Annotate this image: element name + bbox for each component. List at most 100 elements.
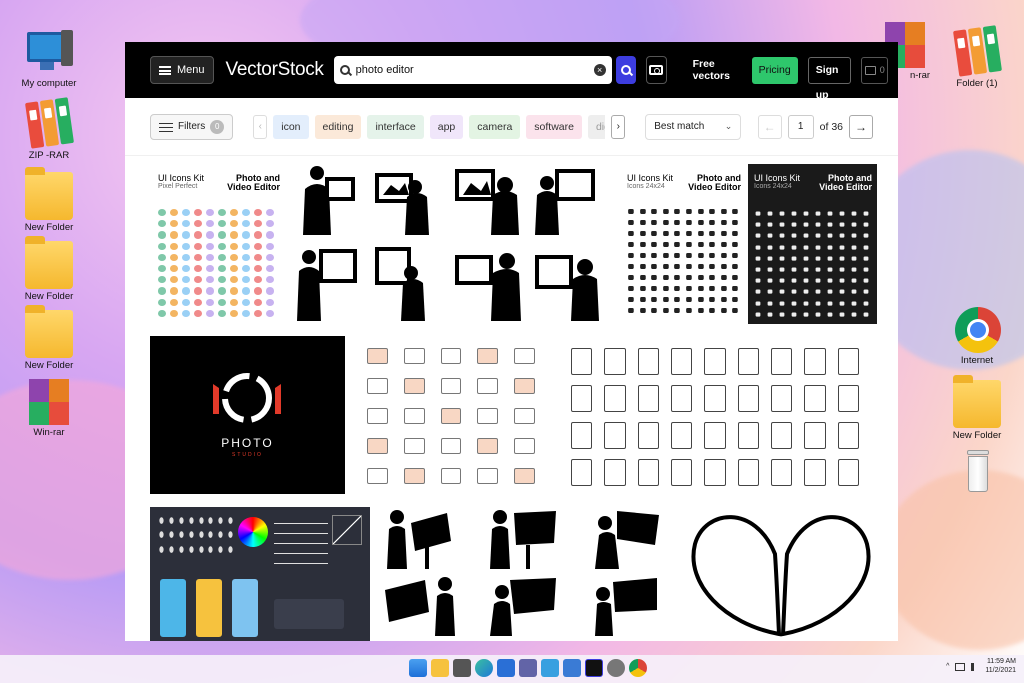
desktop-icon-new-folder-3[interactable]: New Folder: [14, 305, 84, 371]
preview-glyph: [709, 209, 715, 214]
clear-search-icon[interactable]: ×: [593, 64, 606, 76]
camera-icon: [649, 65, 664, 75]
preview-glyph: [228, 531, 233, 539]
preview-glyph: [697, 242, 704, 247]
preview-glyph: [230, 276, 238, 284]
store-icon[interactable]: [497, 659, 515, 677]
camera-app-icon[interactable]: [453, 659, 471, 677]
chrome-icon[interactable]: [629, 659, 647, 677]
preview-glyph: [767, 222, 773, 227]
preview-glyph: [851, 245, 857, 250]
preview-glyph: [218, 220, 226, 228]
search-input[interactable]: photo editor ×: [333, 56, 612, 84]
preview-glyph: [228, 517, 233, 525]
desktop-icon-my-computer[interactable]: My computer: [14, 28, 84, 89]
page-input[interactable]: 1: [787, 114, 814, 139]
free-vectors-link[interactable]: Free vectors: [689, 58, 742, 82]
clock[interactable]: 11:59 AM 11/2/2021: [985, 658, 1016, 676]
desktop-icon-new-folder-2[interactable]: New Folder: [14, 236, 84, 302]
volume-icon[interactable]: [971, 662, 979, 671]
result-tile-line-icons[interactable]: [565, 342, 865, 492]
preview-glyph: [732, 242, 738, 247]
preview-glyph: [218, 298, 226, 306]
desktop-icon-folder-1[interactable]: Folder (1): [942, 25, 1012, 89]
network-icon[interactable]: [955, 662, 966, 671]
preview-glyph: [755, 301, 761, 306]
tag-software[interactable]: software: [526, 114, 582, 139]
preview-glyph: [266, 287, 274, 295]
maps-icon[interactable]: [541, 659, 559, 677]
result-tile-butterfly-outline[interactable]: [685, 504, 877, 641]
tag-app[interactable]: app: [429, 114, 464, 139]
preview-glyph: [367, 348, 388, 364]
cart-button[interactable]: 0: [861, 56, 888, 84]
prev-page-button[interactable]: ←: [757, 114, 782, 139]
preview-glyph: [851, 222, 857, 227]
result-tile-silhouettes-frames[interactable]: [290, 160, 620, 326]
preview-glyph: [674, 286, 680, 291]
pricing-button[interactable]: Pricing: [751, 56, 798, 84]
chevron-up-icon[interactable]: ^: [946, 663, 949, 670]
preview-glyph: [242, 264, 250, 273]
preview-glyph: [206, 209, 214, 217]
site-logo[interactable]: VectorStock: [226, 59, 324, 81]
desktop-icon-zip-rar[interactable]: ZIP -RAR: [14, 97, 84, 161]
desktop-icon-recycle-bin[interactable]: [942, 448, 1012, 498]
tag-camera[interactable]: camera: [469, 114, 521, 139]
preview-glyph: [662, 275, 669, 280]
signup-button[interactable]: Sign up: [807, 56, 852, 101]
camera-aperture-logo-icon: [213, 373, 281, 423]
start-icon[interactable]: [409, 659, 427, 677]
filters-button[interactable]: Filters 0: [150, 113, 234, 140]
result-tile-ui-kit-color[interactable]: UI Icons Kit Pixel Perfect Photo and Vid…: [150, 164, 280, 324]
settings-icon[interactable]: [607, 659, 625, 677]
photos-icon[interactable]: [563, 659, 581, 677]
preview-glyph: [218, 209, 226, 217]
teams-icon[interactable]: [519, 659, 537, 677]
preview-glyph: [637, 459, 659, 486]
silhouette-illustration: [385, 510, 659, 636]
desktop-icon-new-folder-right[interactable]: New Folder: [942, 375, 1012, 441]
desktop-icon-internet[interactable]: Internet: [942, 305, 1012, 366]
desktop-icon-new-folder-1[interactable]: New Folder: [14, 167, 84, 233]
desktop-icon-win-rar[interactable]: Win-rar: [14, 377, 84, 438]
edge-icon[interactable]: [475, 659, 493, 677]
preview-glyph: [767, 211, 773, 216]
butterfly-outline-illustration: [691, 515, 871, 637]
preview-glyph: [639, 308, 646, 313]
file-explorer-icon[interactable]: [431, 659, 449, 677]
result-tile-ui-kit-dark[interactable]: UI Icons Kit Icons 24x24 Photo and Video…: [748, 164, 877, 324]
preview-glyph: [767, 312, 773, 317]
preview-glyph: [170, 298, 178, 306]
preview-glyph: [651, 308, 657, 313]
result-tile-photo-studio-logo[interactable]: PHOTO STUDIO: [150, 336, 345, 494]
menu-button[interactable]: Menu: [150, 56, 214, 84]
preview-glyph: [514, 348, 535, 364]
tag-icon[interactable]: icon: [273, 114, 309, 139]
vectorstock-app-icon[interactable]: [585, 659, 603, 677]
preview-glyph: [767, 289, 773, 295]
kit-title-left: UI Icons Kit: [627, 173, 674, 183]
preview-glyph: [651, 209, 657, 214]
preview-glyph: [206, 264, 214, 273]
search-button[interactable]: [615, 56, 636, 84]
result-tile-digital-art-silhouettes[interactable]: [380, 504, 680, 641]
preview-glyph: [686, 220, 692, 225]
next-page-button[interactable]: →: [849, 114, 873, 139]
image-search-button[interactable]: [645, 56, 667, 84]
tag-digital[interactable]: digital: [587, 114, 606, 139]
tags-scroll-right[interactable]: ›: [611, 114, 626, 139]
result-tile-outline-icons-orange[interactable]: [361, 342, 541, 490]
sort-select[interactable]: Best match ⌄: [645, 113, 742, 140]
preview-glyph: [827, 312, 833, 317]
tag-interface[interactable]: interface: [367, 114, 424, 139]
tag-editing[interactable]: editing: [314, 114, 362, 139]
tags-scroll-left[interactable]: ‹: [253, 114, 268, 139]
preview-glyph: [709, 253, 715, 258]
result-tile-dark-ui-kit[interactable]: [150, 507, 370, 641]
preview-glyph: [779, 312, 785, 317]
preview-glyph: [674, 242, 680, 247]
preview-glyph: [170, 264, 178, 273]
taskbar-apps: [409, 659, 647, 677]
result-tile-ui-kit-light[interactable]: UI Icons Kit Icons 24x24 Photo and Video…: [623, 168, 743, 320]
